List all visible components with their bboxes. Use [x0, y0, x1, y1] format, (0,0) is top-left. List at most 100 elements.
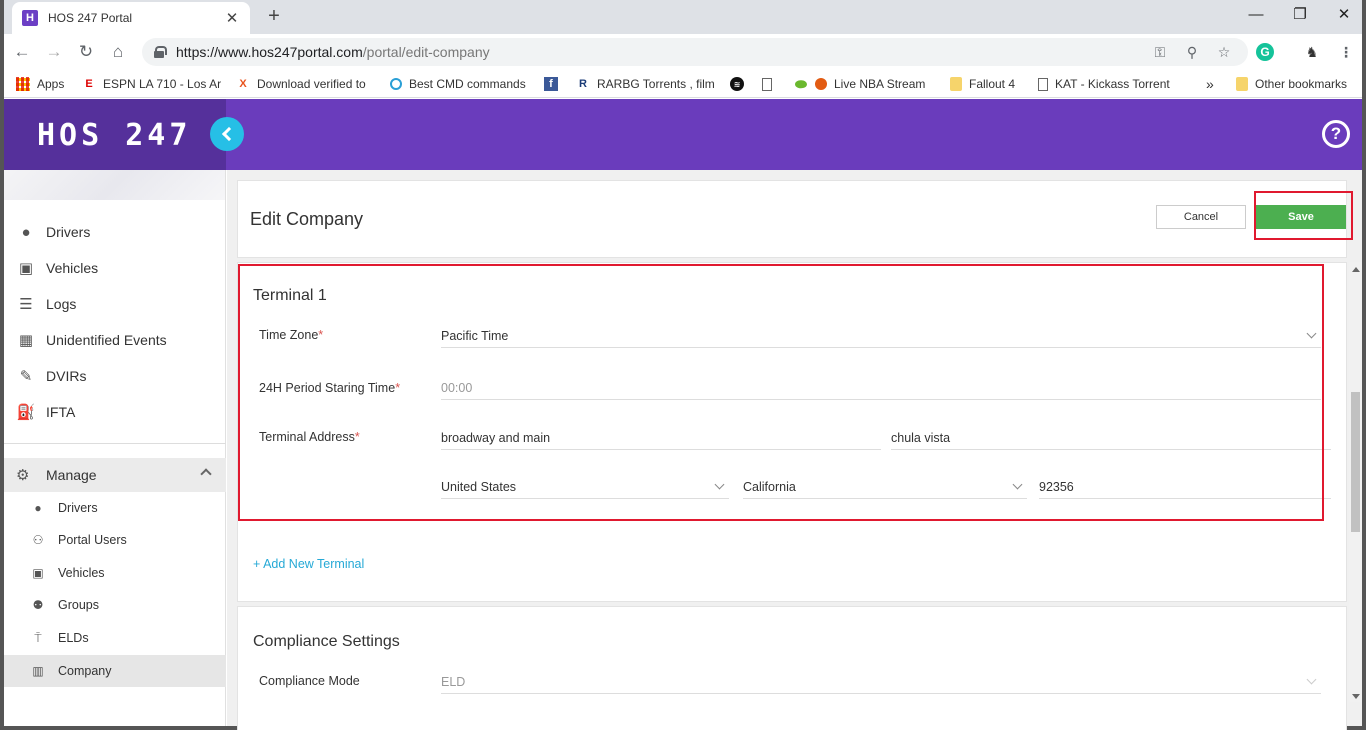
bookmark-spotify[interactable]: ≋: [730, 76, 748, 92]
sidebar-item-vehicles[interactable]: ▣ Vehicles: [4, 253, 226, 283]
manage-item-elds[interactable]: ⍑ ELDs: [4, 622, 226, 654]
wrench-icon: ✎: [19, 368, 33, 385]
bookmark-page[interactable]: [762, 76, 780, 92]
zoom-icon[interactable]: ⚲: [1182, 42, 1202, 62]
facebook-icon: f: [544, 77, 558, 91]
state-select[interactable]: California: [743, 477, 1027, 499]
cmd-icon: [390, 78, 402, 90]
chevron-up-icon: [200, 468, 212, 480]
bookmarks-bar: Apps E ESPN LA 710 - Los Ar X Download v…: [4, 70, 1362, 98]
help-icon[interactable]: ?: [1322, 120, 1350, 148]
users-icon: ⚇: [32, 533, 44, 547]
person-icon: ●: [34, 501, 42, 515]
main-content: Edit Company Cancel Save Terminal 1 Time…: [227, 170, 1362, 730]
city-input[interactable]: chula vista: [891, 428, 1331, 450]
browser-menu-icon[interactable]: ⋮: [1336, 42, 1356, 62]
address-bar[interactable]: https://www.hos247portal.com/portal/edit…: [142, 38, 1248, 66]
street-input[interactable]: broadway and main: [441, 428, 881, 450]
scroll-thumb[interactable]: [1351, 392, 1360, 532]
country-select[interactable]: United States: [441, 477, 729, 499]
list-icon: ☰: [19, 296, 33, 313]
extension-icon[interactable]: ♞: [1302, 42, 1322, 62]
new-tab-button[interactable]: +: [262, 5, 286, 29]
manage-item-company[interactable]: ▥ Company: [4, 655, 226, 687]
rarbg-icon: R: [579, 78, 587, 90]
bookmark-apps[interactable]: Apps: [16, 76, 76, 92]
forward-arrow-icon[interactable]: →: [42, 40, 66, 64]
sidebar-item-dvirs[interactable]: ✎ DVIRs: [4, 361, 226, 391]
compliance-title: Compliance Settings: [253, 633, 400, 650]
page-title: Edit Company: [250, 209, 364, 229]
x-icon: X: [239, 78, 247, 90]
bookmark-rarbg[interactable]: R RARBG Torrents , film: [576, 76, 716, 92]
bookmark-download[interactable]: X Download verified to: [236, 76, 374, 92]
reload-icon[interactable]: ↻: [74, 40, 98, 64]
sidebar-item-logs[interactable]: ☰ Logs: [4, 289, 226, 319]
bookmark-nba[interactable]: ⬬ Live NBA Stream: [794, 76, 934, 92]
restore-window-icon[interactable]: ❐: [1282, 4, 1318, 28]
bookmark-facebook[interactable]: f: [544, 76, 562, 92]
bookmark-fallout[interactable]: Fallout 4: [950, 76, 1030, 92]
sidebar: ● Drivers ▣ Vehicles ☰ Logs ▦ Unidentifi…: [4, 170, 226, 726]
manage-item-portal-users[interactable]: ⚇ Portal Users: [4, 524, 226, 556]
manage-item-drivers[interactable]: ● Drivers: [4, 492, 226, 524]
cancel-button[interactable]: Cancel: [1156, 205, 1246, 229]
espn-icon: E: [85, 78, 93, 90]
star-icon[interactable]: ☆: [1214, 42, 1234, 62]
building-icon: ▥: [32, 664, 44, 678]
minimize-window-icon[interactable]: —: [1238, 4, 1274, 28]
close-tab-icon[interactable]: ✕: [224, 9, 240, 27]
back-arrow-icon[interactable]: ←: [10, 40, 34, 64]
time-zone-label: Time Zone*: [259, 328, 324, 342]
bookmark-kat[interactable]: KAT - Kickass Torrent: [1038, 76, 1178, 92]
basketball-icon: [815, 78, 827, 90]
lock-icon: [154, 46, 167, 58]
manage-item-vehicles[interactable]: ▣ Vehicles: [4, 557, 226, 589]
save-button[interactable]: Save: [1256, 205, 1346, 229]
sidebar-item-ifta[interactable]: ⛽ IFTA: [4, 397, 226, 427]
more-bookmarks-icon[interactable]: »: [1206, 76, 1220, 92]
browser-toolbar: ← → ↻ ⌂ https://www.hos247portal.com/por…: [4, 34, 1362, 70]
manage-item-groups[interactable]: ⚉ Groups: [4, 589, 226, 621]
zip-input[interactable]: 92356: [1039, 477, 1331, 499]
time-zone-select[interactable]: Pacific Time: [441, 326, 1321, 348]
compliance-card: [237, 606, 1347, 730]
close-window-icon[interactable]: ✕: [1326, 4, 1362, 28]
sidebar-divider: [4, 443, 226, 444]
folder-icon: [1236, 77, 1248, 91]
scroll-down-icon[interactable]: [1352, 694, 1360, 699]
sidebar-manage-toggle[interactable]: ⚙ Manage: [4, 458, 226, 492]
sidebar-item-drivers[interactable]: ● Drivers: [4, 217, 226, 247]
home-icon[interactable]: ⌂: [106, 40, 130, 64]
collapse-sidebar-button[interactable]: [210, 117, 244, 151]
sidebar-item-unidentified-events[interactable]: ▦ Unidentified Events: [4, 325, 226, 355]
bookmark-espn[interactable]: E ESPN LA 710 - Los Ar: [82, 76, 222, 92]
nba-icon: ⬬: [795, 76, 807, 92]
key-icon[interactable]: ⚿: [1150, 42, 1170, 62]
eld-device-icon: ⍑: [34, 630, 42, 645]
page-icon: [1038, 77, 1048, 91]
calendar-icon: ▦: [18, 332, 34, 349]
content-scrollbar[interactable]: [1349, 262, 1362, 702]
compliance-mode-select[interactable]: ELD: [441, 672, 1321, 694]
bus-icon: ▣: [32, 566, 44, 580]
hos247-logo: HOS 247: [37, 118, 192, 153]
browser-tabstrip: H HOS 247 Portal ✕ + — ❐ ✕: [4, 0, 1362, 34]
browser-tab-active[interactable]: H HOS 247 Portal ✕: [12, 2, 250, 34]
bookmark-cmd[interactable]: Best CMD commands: [390, 76, 528, 92]
bookmark-other[interactable]: Other bookmarks: [1236, 76, 1358, 92]
chevron-left-icon: [221, 126, 237, 142]
period-start-input[interactable]: 00:00: [441, 378, 1321, 400]
chevron-down-icon: [1012, 479, 1023, 490]
folder-icon: [950, 77, 962, 91]
manage-gear-icon: ⚙: [16, 467, 30, 484]
terminal-title: Terminal 1: [253, 287, 327, 304]
hos-favicon-icon: H: [22, 10, 38, 26]
scroll-up-icon[interactable]: [1352, 267, 1360, 272]
compliance-mode-label: Compliance Mode: [259, 674, 360, 688]
chevron-down-icon: [1306, 328, 1317, 339]
period-start-label: 24H Period Staring Time*: [259, 381, 401, 395]
add-new-terminal-link[interactable]: + Add New Terminal: [253, 557, 364, 571]
grammarly-icon[interactable]: G: [1256, 43, 1274, 61]
group-icon: ⚉: [32, 598, 44, 612]
